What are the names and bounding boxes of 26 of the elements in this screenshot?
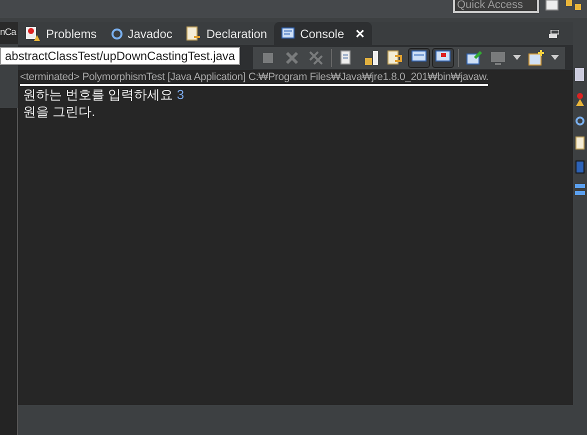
caret-icon[interactable]	[551, 55, 559, 60]
console-line: 원하는 번호를 입력하세요 3	[22, 86, 186, 103]
restore-icon[interactable]	[575, 184, 585, 196]
console-line: 원을 그린다.	[22, 103, 96, 120]
document-icon	[186, 26, 202, 42]
document-icon[interactable]	[575, 136, 585, 150]
view-tab[interactable]: Javadoc	[104, 22, 180, 45]
editor-tab[interactable]: nCa	[0, 22, 18, 44]
wrap-icon	[387, 50, 403, 66]
document-icon[interactable]	[575, 68, 585, 82]
close-icon	[284, 50, 300, 66]
view-tab[interactable]: Declaration	[179, 22, 274, 45]
view-tab[interactable]: Console ✕	[274, 22, 372, 45]
double-cross-icon	[308, 50, 324, 66]
pin-icon	[466, 50, 482, 66]
toolbar-button[interactable]	[408, 48, 430, 68]
window-plus-icon	[528, 50, 544, 66]
view-tab[interactable]: Problems	[18, 22, 104, 45]
toolbar-button[interactable]	[432, 48, 454, 68]
console-header: <terminated> PolymorphismTest [Java Application] C:₩Program Files₩Java₩jre1.8.0_201₩bin₩javaw.	[20, 71, 488, 86]
quick-access-field[interactable]: Quick Access	[453, 0, 539, 13]
warning-icon	[25, 26, 41, 42]
warning-icon[interactable]	[575, 92, 585, 106]
minimize-icon[interactable]	[549, 30, 559, 38]
tooltip: abstractClassTest/upDownCastingTest.java	[0, 47, 240, 65]
close-icon[interactable]: ✕	[355, 26, 366, 40]
